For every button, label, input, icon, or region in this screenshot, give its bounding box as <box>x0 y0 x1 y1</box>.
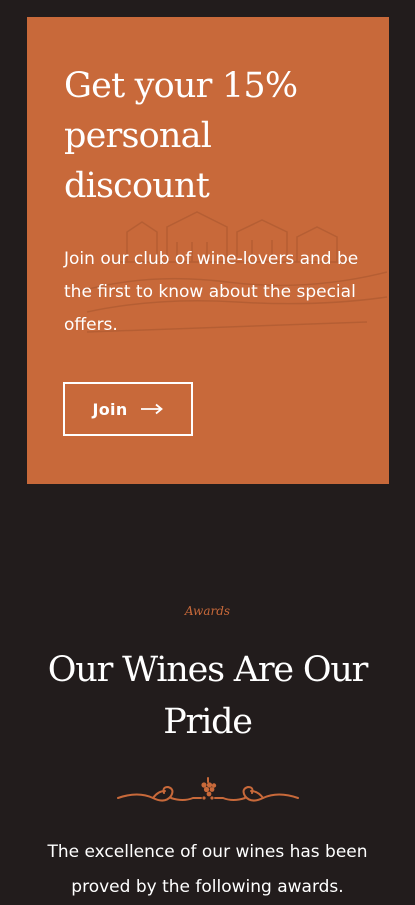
join-button[interactable]: Join <box>63 382 193 436</box>
awards-description: The excellence of our wines has been pro… <box>47 842 368 897</box>
promo-card: Get your 15% personal discount Join our … <box>27 17 389 484</box>
promo-title: Get your 15% personal discount <box>64 66 298 206</box>
awards-title: Our Wines Are Our Pride <box>47 650 369 742</box>
awards-eyebrow: Awards <box>184 604 231 618</box>
arrow-right-icon <box>140 403 163 415</box>
grape-ornament-icon <box>117 777 299 802</box>
join-button-label: Join <box>92 399 128 419</box>
promo-description: Join our club of wine-lovers and be the … <box>64 249 359 335</box>
